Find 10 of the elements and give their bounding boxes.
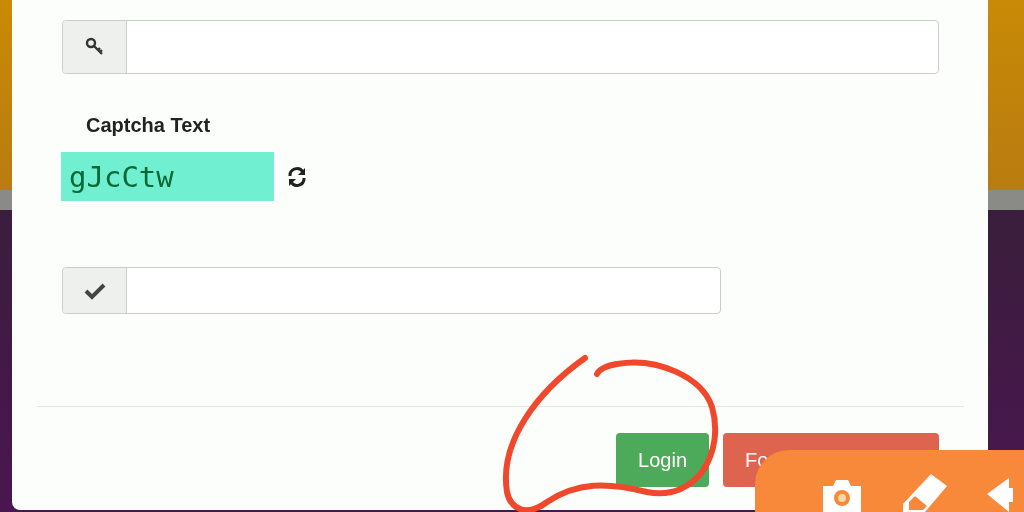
eraser-icon[interactable]	[901, 472, 949, 512]
checkmark-icon	[83, 281, 106, 300]
back-arrow-icon[interactable]	[987, 478, 1013, 512]
captcha-code: gJcCtw	[61, 152, 274, 201]
login-button[interactable]: Login	[616, 433, 709, 487]
password-field[interactable]	[62, 20, 939, 74]
captcha-input-field[interactable]	[62, 267, 721, 314]
key-icon	[84, 37, 105, 57]
captcha-label: Captcha Text	[86, 114, 212, 138]
refresh-icon[interactable]	[286, 165, 308, 188]
